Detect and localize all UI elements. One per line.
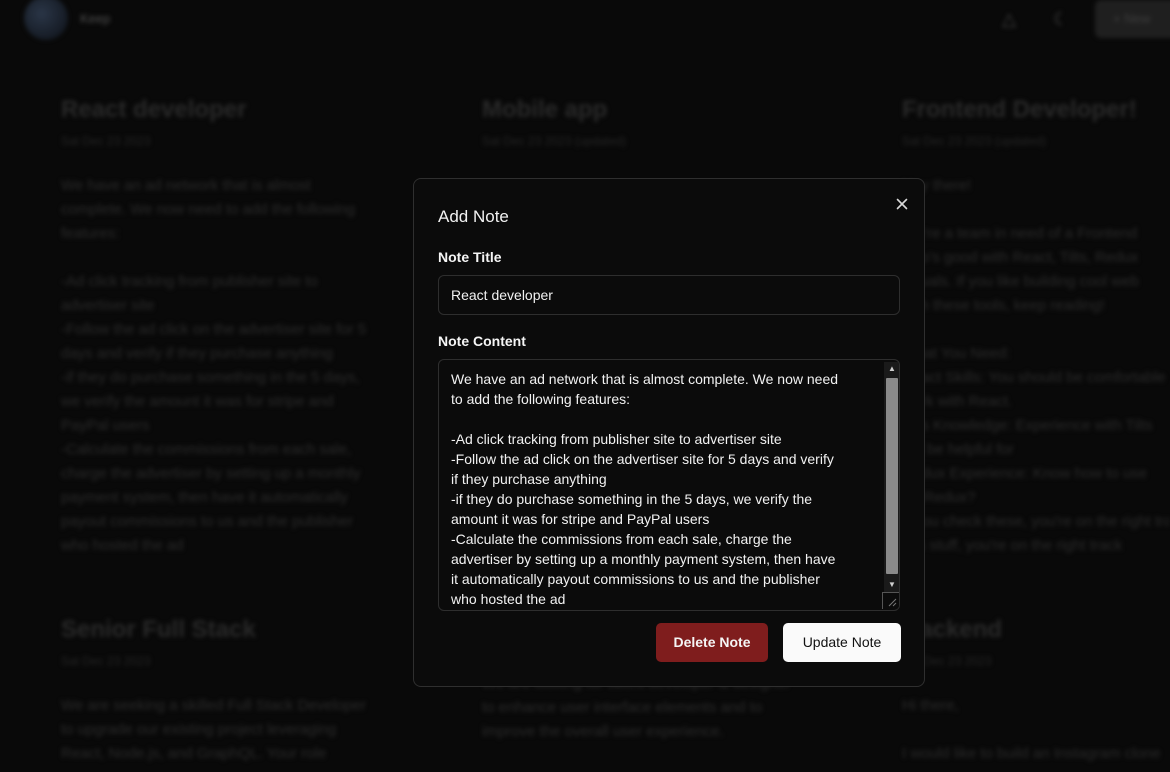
dialog-title: Add Note <box>438 207 509 226</box>
update-note-button[interactable]: Update Note <box>783 623 901 662</box>
delete-note-button[interactable]: Delete Note <box>656 623 768 662</box>
resize-handle-icon[interactable] <box>882 592 899 609</box>
close-button[interactable] <box>892 194 912 214</box>
note-title-input[interactable] <box>438 275 900 315</box>
scrollbar-thumb[interactable] <box>886 378 898 574</box>
note-title-label: Note Title <box>438 249 502 265</box>
scroll-down-icon[interactable]: ▼ <box>884 578 899 592</box>
note-content-textarea[interactable]: We have an ad network that is almost com… <box>438 359 900 611</box>
add-note-dialog: Add Note Note Title Note Content We have… <box>413 178 925 687</box>
note-content-text[interactable]: We have an ad network that is almost com… <box>451 369 871 609</box>
scroll-up-icon[interactable]: ▲ <box>884 362 899 376</box>
note-content-label: Note Content <box>438 333 526 349</box>
close-icon <box>896 198 908 210</box>
textarea-scrollbar[interactable]: ▲ ▼ <box>884 362 899 592</box>
